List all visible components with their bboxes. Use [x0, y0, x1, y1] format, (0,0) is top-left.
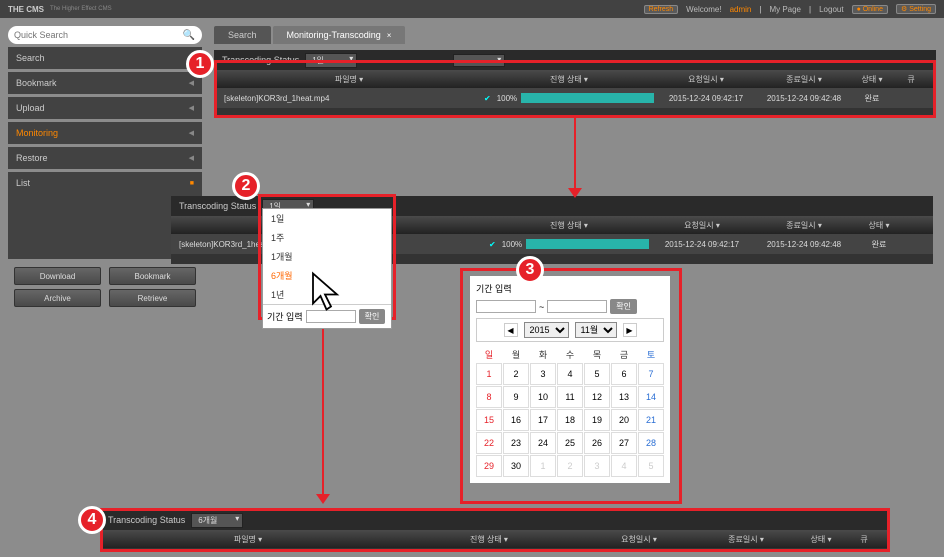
cal-day[interactable]: 27	[611, 432, 637, 454]
cal-day[interactable]: 22	[476, 432, 502, 454]
search-icon[interactable]: 🔍	[182, 28, 196, 42]
calendar-grid: 일 월 화 수 목 금 토 1 2 3 4 5 6 7 8 9 10 11 12…	[476, 346, 664, 477]
cal-day[interactable]: 13	[611, 386, 637, 408]
cal-day[interactable]: 4	[611, 455, 637, 477]
dd-option[interactable]: 1일	[263, 209, 391, 228]
cal-day[interactable]: 5	[584, 363, 610, 385]
year-select[interactable]: 2015	[524, 322, 569, 338]
cal-day[interactable]: 15	[476, 409, 502, 431]
cal-day[interactable]: 4	[557, 363, 583, 385]
cal-day[interactable]: 9	[503, 386, 529, 408]
badge-1: 1	[186, 50, 214, 78]
cal-day[interactable]: 7	[638, 363, 664, 385]
online-badge: ● Online	[852, 5, 888, 14]
logout-link[interactable]: Logout	[819, 5, 843, 14]
tab-monitoring[interactable]: Monitoring-Transcoding×	[273, 26, 406, 44]
download-button[interactable]: Download	[14, 267, 101, 285]
cal-day[interactable]: 18	[557, 409, 583, 431]
ok-button[interactable]: 확인	[359, 309, 386, 324]
close-icon[interactable]: ×	[387, 31, 392, 40]
dd-option-selected[interactable]: 6개월	[263, 266, 391, 285]
date-to-input[interactable]	[547, 300, 607, 313]
cal-day[interactable]: 10	[530, 386, 556, 408]
quick-search[interactable]: 🔍	[8, 26, 202, 44]
cal-day[interactable]: 30	[503, 455, 529, 477]
dd-option[interactable]: 1년	[263, 285, 391, 304]
cal-day[interactable]: 24	[530, 432, 556, 454]
cal-day[interactable]: 3	[584, 455, 610, 477]
refresh-button[interactable]: Refresh	[644, 5, 679, 14]
cal-day[interactable]: 14	[638, 386, 664, 408]
welcome-text: Welcome!	[686, 5, 721, 14]
search-input[interactable]	[14, 30, 182, 40]
cal-day[interactable]: 8	[476, 386, 502, 408]
sidebar: 🔍 Search Bookmark◀ Upload◀ Monitoring◀ R…	[8, 26, 202, 307]
app-header: THE CMS The Higher Effect CMS Refresh We…	[0, 0, 944, 18]
sidebar-item-monitoring[interactable]: Monitoring◀	[8, 122, 202, 144]
cal-day[interactable]: 28	[638, 432, 664, 454]
badge-2: 2	[232, 172, 260, 200]
period-dropdown-list[interactable]: 1일 1주 1개월 6개월 1년 기간 입력 확인	[262, 208, 392, 329]
cal-day[interactable]: 17	[530, 409, 556, 431]
dd-option[interactable]: 1개월	[263, 247, 391, 266]
sidebar-item-search[interactable]: Search	[8, 47, 202, 69]
cal-day[interactable]: 29	[476, 455, 502, 477]
tabs: Search Monitoring-Transcoding×	[214, 26, 405, 44]
mypage-link[interactable]: My Page	[769, 5, 801, 14]
cal-day[interactable]: 6	[611, 363, 637, 385]
bookmark-button[interactable]: Bookmark	[109, 267, 196, 285]
badge-4: 4	[78, 506, 106, 534]
month-select[interactable]: 11월	[575, 322, 617, 338]
cal-day[interactable]: 19	[584, 409, 610, 431]
cal-day[interactable]: 1	[476, 363, 502, 385]
sidebar-item-bookmark[interactable]: Bookmark◀	[8, 72, 202, 94]
cal-day[interactable]: 25	[557, 432, 583, 454]
date-from-input[interactable]	[476, 300, 536, 313]
sidebar-item-upload[interactable]: Upload◀	[8, 97, 202, 119]
cal-day[interactable]: 2	[557, 455, 583, 477]
cal-day[interactable]: 16	[503, 409, 529, 431]
next-month-button[interactable]: ▶	[623, 323, 637, 337]
cal-day[interactable]: 1	[530, 455, 556, 477]
cal-day[interactable]: 11	[557, 386, 583, 408]
cal-day[interactable]: 20	[611, 409, 637, 431]
admin-name: admin	[730, 5, 752, 14]
cal-day[interactable]: 26	[584, 432, 610, 454]
cal-ok-button[interactable]: 확인	[610, 299, 637, 314]
sidebar-item-restore[interactable]: Restore◀	[8, 147, 202, 169]
custom-period-input[interactable]	[306, 310, 356, 323]
dd-option[interactable]: 1주	[263, 228, 391, 247]
calendar-popup: 기간 입력 ~ 확인 ◀ 2015 11월 ▶ 일 월 화 수 목 금 토 1 …	[470, 276, 670, 483]
badge-3: 3	[516, 256, 544, 284]
prev-month-button[interactable]: ◀	[504, 323, 518, 337]
cal-day[interactable]: 2	[503, 363, 529, 385]
sidebar-item-list[interactable]: List■	[8, 172, 202, 194]
cal-day[interactable]: 12	[584, 386, 610, 408]
cal-day[interactable]: 21	[638, 409, 664, 431]
retrieve-button[interactable]: Retrieve	[109, 289, 196, 307]
archive-button[interactable]: Archive	[14, 289, 101, 307]
app-title: THE CMS	[8, 5, 44, 14]
cal-day[interactable]: 3	[530, 363, 556, 385]
setting-button[interactable]: ⚙ Setting	[896, 4, 936, 14]
cal-day[interactable]: 5	[638, 455, 664, 477]
cal-day[interactable]: 23	[503, 432, 529, 454]
app-subtitle: The Higher Effect CMS	[50, 6, 112, 12]
tab-search[interactable]: Search	[214, 26, 271, 44]
